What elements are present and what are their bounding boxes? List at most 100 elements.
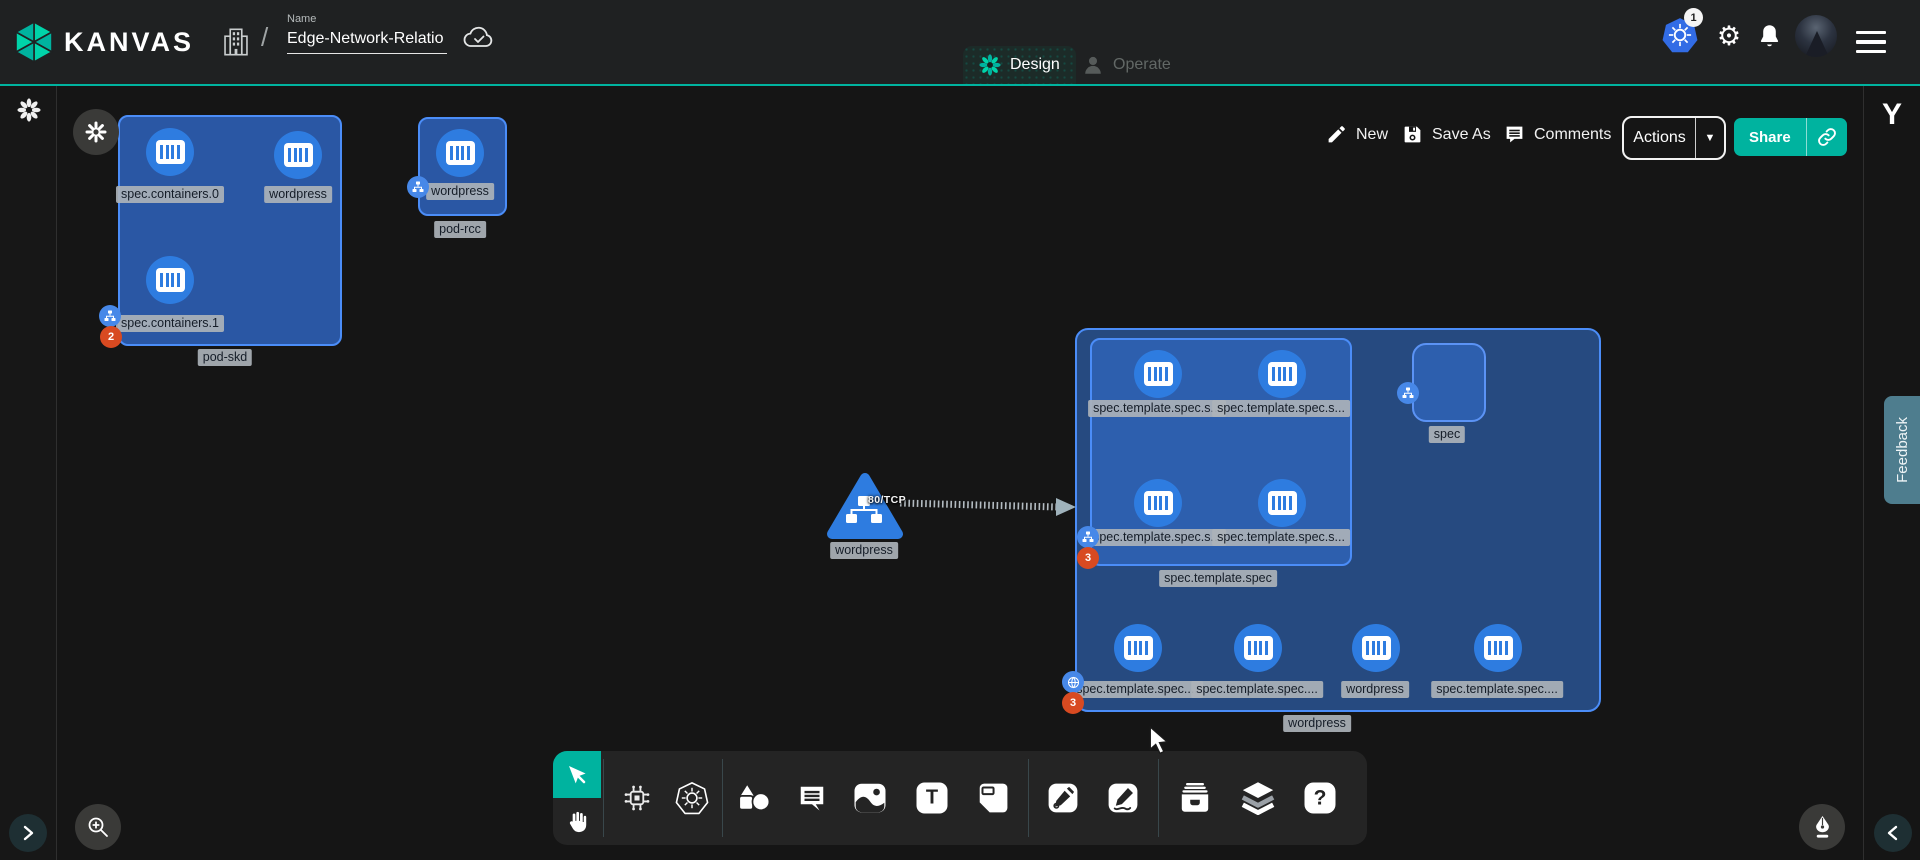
- group-label: wordpress: [1283, 715, 1351, 732]
- shapes-icon: [735, 782, 771, 814]
- node-spec-containers-1[interactable]: [146, 256, 194, 304]
- kubernetes-context-count-badge[interactable]: 1: [1684, 8, 1703, 27]
- feedback-tab[interactable]: Feedback: [1884, 396, 1920, 504]
- settings-button[interactable]: ⚙: [1714, 21, 1744, 51]
- notifications-button[interactable]: [1755, 22, 1783, 50]
- components-tool[interactable]: [621, 782, 653, 814]
- pan-tool[interactable]: [553, 798, 601, 845]
- user-avatar[interactable]: [1795, 15, 1837, 57]
- network-icon: [1402, 387, 1414, 399]
- layers-tool[interactable]: [1240, 781, 1276, 815]
- avatar-image: [1805, 31, 1829, 57]
- collapse-right-panel-button[interactable]: [1874, 814, 1912, 852]
- divider: [1028, 759, 1029, 837]
- comment-icon: [1504, 124, 1525, 145]
- select-tool[interactable]: [553, 751, 601, 798]
- node-label: spec.template.spec....: [1191, 681, 1323, 698]
- node-deploy-container-3[interactable]: [1474, 624, 1522, 672]
- chevron-down-icon[interactable]: ▼: [1696, 118, 1724, 158]
- edge-draw-tool[interactable]: [1048, 783, 1079, 814]
- node-wordpress-container[interactable]: [274, 131, 322, 179]
- relationship-badge[interactable]: [407, 176, 429, 198]
- expand-left-panel-button[interactable]: [9, 814, 47, 852]
- save-as-label: Save As: [1432, 126, 1491, 144]
- organization-icon[interactable]: [222, 27, 250, 57]
- copy-link-button[interactable]: [1807, 118, 1847, 156]
- new-button[interactable]: New: [1326, 124, 1388, 145]
- node-template-container-2[interactable]: [1134, 479, 1182, 527]
- relationship-badge[interactable]: [1062, 671, 1084, 693]
- chip-icon: [621, 782, 653, 814]
- zoom-button[interactable]: [75, 804, 121, 850]
- design-spiral-icon: [979, 54, 1001, 76]
- hand-icon: [564, 809, 590, 835]
- link-icon: [1817, 127, 1837, 147]
- node-wordpress-container[interactable]: [436, 129, 484, 177]
- cursor-arrow-icon: [565, 763, 589, 787]
- text-tool[interactable]: T: [917, 783, 948, 814]
- node-label: spec.template.spec.s...: [1088, 529, 1226, 546]
- kubernetes-tool[interactable]: [675, 781, 709, 815]
- note-tool[interactable]: [978, 783, 1009, 814]
- cloud-saved-icon: [462, 24, 496, 52]
- bell-icon: [1757, 23, 1782, 49]
- error-count-badge[interactable]: 3: [1077, 547, 1099, 569]
- node-deploy-container-0[interactable]: [1114, 624, 1162, 672]
- save-icon: [1402, 124, 1423, 145]
- node-deploy-container-2[interactable]: [1352, 624, 1400, 672]
- design-name-field: Name: [287, 13, 447, 54]
- menu-button[interactable]: [1854, 26, 1888, 58]
- node-label: spec.containers.1: [116, 315, 224, 332]
- name-label: Name: [287, 13, 447, 25]
- node-label: spec.template.spec.s...: [1212, 529, 1350, 546]
- divider: [1158, 759, 1159, 837]
- node-label: wordpress: [1341, 681, 1409, 698]
- freehand-draw-tool[interactable]: [1108, 783, 1139, 814]
- error-count-badge[interactable]: 3: [1062, 692, 1084, 714]
- comments-label: Comments: [1534, 126, 1611, 144]
- container-icon: [1144, 491, 1173, 515]
- feedback-label: Feedback: [1894, 417, 1911, 483]
- network-icon: [1082, 531, 1094, 543]
- network-icon: [412, 181, 424, 193]
- kanvas-logo[interactable]: KANVAS: [14, 20, 194, 64]
- error-count-badge[interactable]: 2: [100, 326, 122, 348]
- node-template-container-0[interactable]: [1134, 350, 1182, 398]
- design-pen-button[interactable]: [1799, 804, 1845, 850]
- meshery-spiral-icon[interactable]: [17, 98, 41, 122]
- tab-operate-label: Operate: [1113, 56, 1171, 74]
- note-icon: [978, 783, 1009, 814]
- node-template-container-1[interactable]: [1258, 350, 1306, 398]
- save-as-button[interactable]: Save As: [1402, 124, 1491, 145]
- comment-tool[interactable]: [797, 783, 827, 813]
- node-deploy-container-1[interactable]: [1234, 624, 1282, 672]
- tab-operate[interactable]: Operate: [1066, 46, 1187, 84]
- edge-service-to-deployment[interactable]: [898, 490, 1082, 520]
- kubernetes-icon: [675, 781, 709, 815]
- edge-port-label: 80/TCP: [868, 494, 906, 506]
- tab-design-label: Design: [1010, 56, 1060, 74]
- drawer-tool[interactable]: [1177, 782, 1213, 814]
- share-button[interactable]: Share: [1734, 118, 1847, 156]
- relationship-badge[interactable]: [1077, 526, 1099, 548]
- canvas-widgets-button[interactable]: [73, 109, 119, 155]
- actions-label: Actions: [1624, 118, 1695, 158]
- relationship-badge[interactable]: [1397, 382, 1419, 404]
- container-icon: [1484, 636, 1513, 660]
- comments-button[interactable]: Comments: [1504, 124, 1611, 145]
- node-template-container-3[interactable]: [1258, 479, 1306, 527]
- node-label: wordpress: [426, 183, 494, 200]
- container-icon: [1268, 362, 1297, 386]
- shortcut-y-icon[interactable]: Y: [1864, 98, 1920, 132]
- relationship-badge[interactable]: [99, 305, 121, 327]
- node-wordpress-service[interactable]: [826, 472, 904, 540]
- node-spec-containers-0[interactable]: [146, 128, 194, 176]
- tab-design[interactable]: Design: [963, 46, 1076, 84]
- help-tool[interactable]: ?: [1305, 783, 1336, 814]
- design-name-input[interactable]: [287, 28, 447, 54]
- actions-dropdown-button[interactable]: Actions ▼: [1622, 116, 1726, 160]
- left-sidebar: [0, 86, 57, 860]
- shapes-tool[interactable]: [735, 782, 771, 814]
- image-tool[interactable]: [853, 783, 887, 814]
- node-spec[interactable]: [1412, 343, 1486, 422]
